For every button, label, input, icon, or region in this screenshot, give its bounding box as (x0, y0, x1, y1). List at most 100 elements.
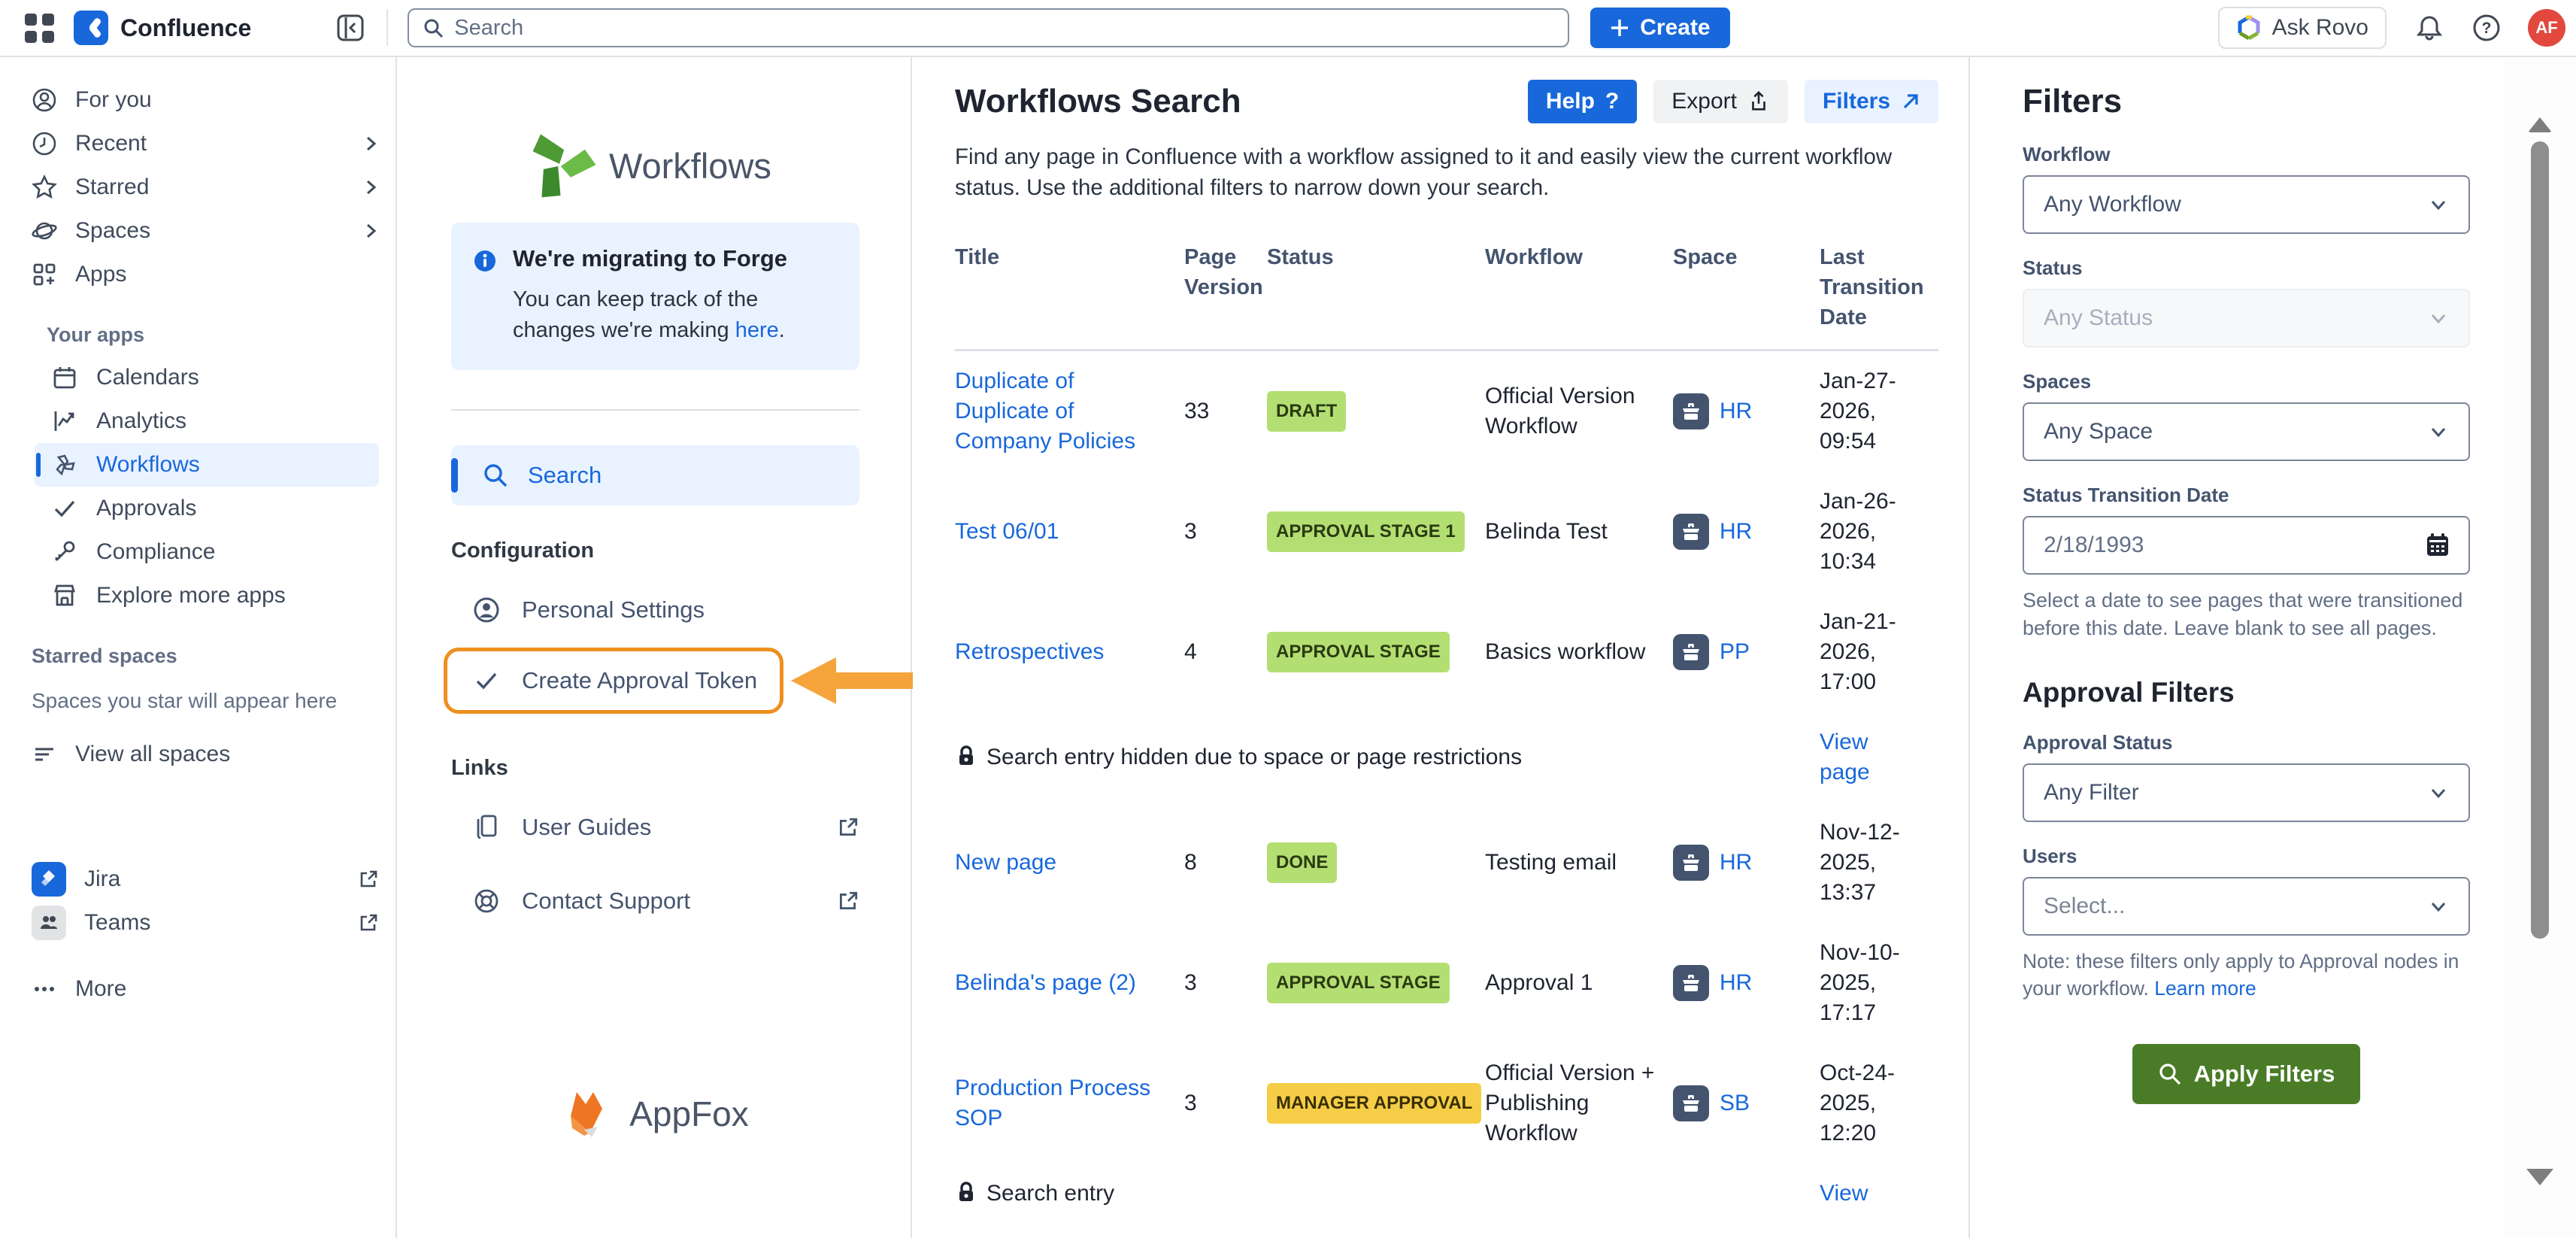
col-page-version: Page Version (1184, 242, 1267, 332)
restricted-message: Search entry (955, 1179, 1820, 1209)
workflow-name: Approval 1 (1485, 968, 1673, 998)
table-row-restricted: Search entry hidden due to space or page… (955, 712, 1938, 803)
page-title-link[interactable]: Retrospectives (955, 639, 1104, 664)
chevron-right-icon (362, 223, 379, 239)
sidebar-item-apps[interactable]: Apps (0, 253, 395, 296)
space-avatar (1673, 514, 1709, 550)
collapse-sidebar-button[interactable] (334, 11, 367, 44)
page-title-link[interactable]: Production Process SOP (955, 1076, 1150, 1130)
workflow-select[interactable]: Any Workflow (2023, 175, 2470, 234)
contact-support-link[interactable]: Contact Support (451, 874, 859, 928)
page-title-link[interactable]: Belinda's page (2) (955, 970, 1136, 995)
search-input[interactable] (454, 16, 1554, 41)
space-link[interactable]: HR (1720, 517, 1752, 547)
here-link[interactable]: here (735, 318, 779, 342)
calendar-icon (51, 364, 78, 391)
table-row: Belinda's page (2) 3 APPROVAL STAGE Appr… (955, 923, 1938, 1043)
transition-date-label: Status Transition Date (2023, 484, 2470, 507)
sidebar-item-recent[interactable]: Recent (0, 122, 395, 165)
approval-status-select[interactable]: Any Filter (2023, 763, 2470, 822)
help-button[interactable]: Help? (1528, 80, 1637, 123)
links-heading: Links (451, 756, 859, 781)
create-approval-token-item[interactable]: Create Approval Token (451, 649, 859, 712)
page-version: 3 (1184, 968, 1267, 998)
main-content: Workflows Search Help? Export Filters (912, 57, 1970, 1238)
page-title: Workflows Search (955, 83, 1241, 120)
space-link[interactable]: SB (1720, 1088, 1750, 1118)
sidebar-item-for-you[interactable]: For you (0, 78, 395, 122)
user-guides-link[interactable]: User Guides (451, 800, 859, 854)
table-row: Production Process SOP 3 MANAGER APPROVA… (955, 1043, 1938, 1164)
collapse-sidebar-icon (335, 13, 365, 43)
confluence-logo[interactable] (74, 11, 108, 45)
scrollbar-thumb[interactable] (2531, 141, 2549, 939)
sidebar-item-starred[interactable]: Starred (0, 165, 395, 209)
plus-icon (1610, 18, 1629, 38)
filters-button[interactable]: Filters (1805, 80, 1938, 123)
col-last-transition-date: Last Transition Date (1820, 242, 1940, 332)
page-title-link[interactable]: Duplicate of Duplicate of Company Polici… (955, 369, 1135, 454)
sidebar-item-compliance[interactable]: Compliance (0, 530, 395, 574)
col-workflow: Workflow (1485, 242, 1673, 332)
sidebar-item-calendars[interactable]: Calendars (0, 356, 395, 399)
create-button[interactable]: Create (1590, 8, 1729, 48)
question-mark: ? (1605, 89, 1619, 114)
users-select[interactable]: Select... (2023, 877, 2470, 936)
space-link[interactable]: HR (1720, 848, 1752, 878)
avatar[interactable]: AF (2528, 9, 2565, 47)
external-link-icon (837, 816, 859, 839)
brand-name: Confluence (120, 14, 251, 42)
workflow-name: Belinda Test (1485, 517, 1673, 547)
sidebar: For you Recent Starred (0, 57, 397, 1238)
transition-date-field[interactable] (2023, 516, 2470, 575)
help-button-top[interactable]: ? (2472, 14, 2501, 42)
sidebar-item-analytics[interactable]: Analytics (0, 399, 395, 443)
spaces-select[interactable]: Any Space (2023, 402, 2470, 461)
sidebar-item-approvals[interactable]: Approvals (0, 487, 395, 530)
space-link[interactable]: HR (1720, 968, 1752, 998)
view-page-link[interactable]: View page (1820, 730, 1870, 784)
ask-rovo-button[interactable]: Ask Rovo (2218, 7, 2387, 49)
scroll-up-arrow[interactable] (2528, 117, 2552, 132)
restricted-message: Search entry hidden due to space or page… (955, 742, 1820, 772)
export-icon (1747, 90, 1770, 113)
approval-status-label: Approval Status (2023, 731, 2470, 754)
space-avatar (1673, 965, 1709, 1001)
space-link[interactable]: HR (1720, 396, 1752, 426)
page-title-link[interactable]: New page (955, 850, 1056, 875)
view-all-spaces-button[interactable]: View all spaces (0, 733, 395, 776)
sidebar-item-more[interactable]: More (0, 967, 395, 1011)
scroll-down-arrow[interactable] (2526, 1169, 2553, 1185)
sidebar-item-explore-more-apps[interactable]: Explore more apps (0, 574, 395, 617)
pages-icon (472, 813, 501, 842)
sidebar-item-teams[interactable]: Teams (0, 901, 395, 945)
confluence-app: Confluence Create (0, 0, 2576, 1238)
apply-filters-button[interactable]: Apply Filters (2132, 1044, 2361, 1104)
app-switcher-icon[interactable] (23, 11, 56, 44)
workflow-name: Official Version + Publishing Workflow (1485, 1058, 1673, 1148)
export-button[interactable]: Export (1653, 80, 1788, 123)
sidebar-item-jira[interactable]: Jira (0, 857, 395, 901)
top-bar: Confluence Create (0, 0, 2576, 57)
starred-spaces-empty-text: Spaces you star will appear here (0, 677, 395, 713)
chevron-down-icon (2428, 308, 2449, 329)
workflows-table: Title Page Version Status Workflow Space… (955, 242, 1938, 1224)
table-row-restricted: Search entry View (955, 1164, 1938, 1224)
search-icon (2158, 1062, 2182, 1086)
learn-more-link[interactable]: Learn more (2154, 977, 2256, 1000)
table-row: Duplicate of Duplicate of Company Polici… (955, 351, 1938, 472)
notifications-button[interactable] (2415, 14, 2444, 42)
confluence-logo-glyph (80, 17, 102, 39)
personal-settings-item[interactable]: Personal Settings (451, 583, 859, 637)
table-row: Test 06/01 3 APPROVAL STAGE 1 Belinda Te… (955, 472, 1938, 592)
workflows-pinwheel-icon (520, 126, 599, 205)
space-link[interactable]: PP (1720, 637, 1750, 667)
global-search[interactable] (408, 8, 1569, 47)
transition-date-input[interactable] (2044, 533, 2423, 558)
sidebar-item-workflows[interactable]: Workflows (35, 443, 379, 487)
panel-search-item[interactable]: Search (451, 445, 859, 505)
view-page-link[interactable]: View (1820, 1181, 1868, 1206)
status-select: Any Status (2023, 289, 2470, 347)
page-title-link[interactable]: Test 06/01 (955, 519, 1059, 544)
sidebar-item-spaces[interactable]: Spaces (0, 209, 395, 253)
